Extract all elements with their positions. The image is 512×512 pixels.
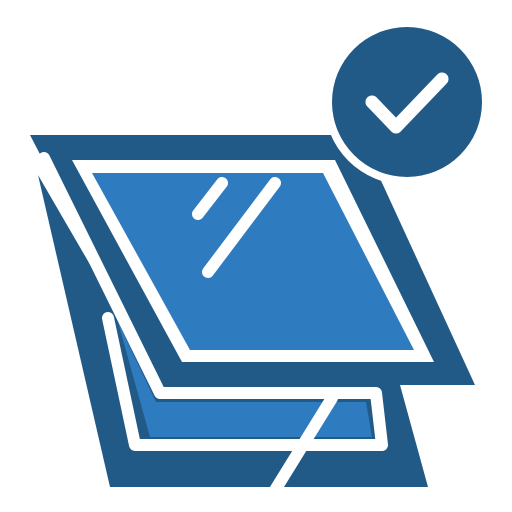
icon-canvas [0, 0, 512, 512]
checkmark-badge [324, 19, 490, 185]
badge-circle [332, 27, 482, 177]
window-approved-icon [30, 19, 490, 501]
